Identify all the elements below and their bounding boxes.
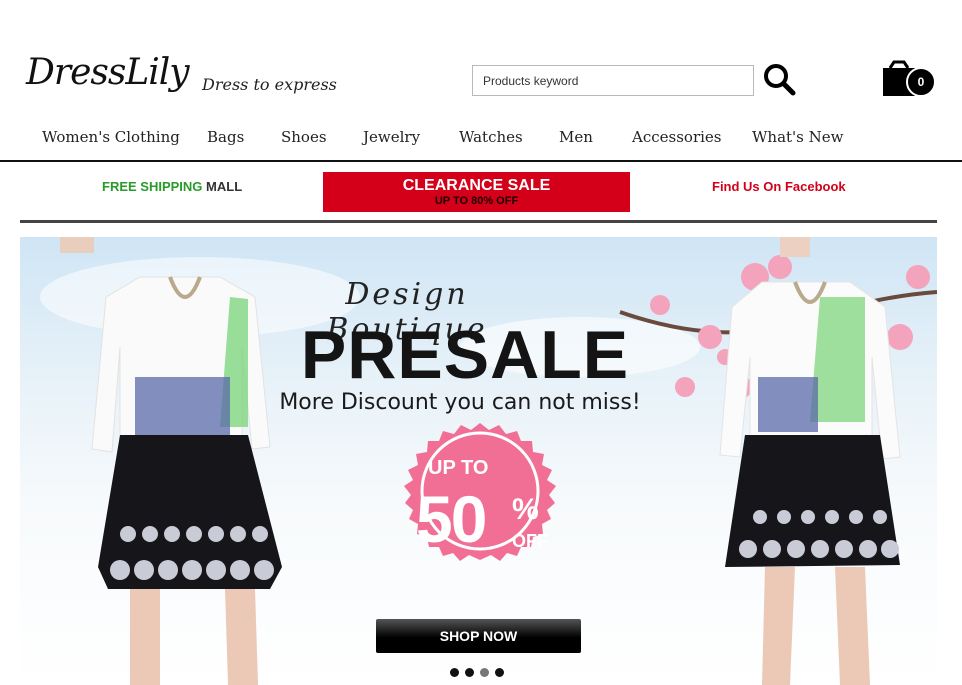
clearance-subtitle: UP TO 80% OFF bbox=[434, 195, 519, 207]
nav-men[interactable]: Men bbox=[559, 128, 593, 146]
site-logo[interactable]: DressLily bbox=[26, 52, 190, 93]
clearance-sale-banner[interactable]: CLEARANCE SALE UP TO 80% OFF bbox=[323, 172, 630, 212]
nav-divider bbox=[0, 160, 962, 162]
carousel-indicators bbox=[450, 668, 510, 678]
shop-now-button[interactable]: SHOP NOW bbox=[376, 619, 581, 653]
facebook-link[interactable]: Find Us On Facebook bbox=[712, 179, 846, 194]
banner-headline: PRESALE bbox=[300, 317, 630, 393]
search-icon[interactable] bbox=[762, 62, 798, 98]
promo-divider bbox=[20, 220, 937, 223]
search-input[interactable] bbox=[472, 65, 754, 96]
nav-bags[interactable]: Bags bbox=[207, 128, 244, 146]
free-shipping-link[interactable]: FREE SHIPPING MALL bbox=[102, 179, 242, 194]
discount-badge: UP TO 50 % OFF bbox=[380, 423, 580, 623]
badge-value-text: 50 bbox=[416, 482, 487, 556]
main-nav: Women's Clothing Bags Shoes Jewelry Watc… bbox=[0, 128, 962, 152]
site-tagline: Dress to express bbox=[202, 75, 337, 94]
nav-accessories[interactable]: Accessories bbox=[632, 128, 721, 146]
clearance-title: CLEARANCE SALE bbox=[402, 177, 551, 194]
nav-whats-new[interactable]: What's New bbox=[752, 128, 843, 146]
model-right-figure bbox=[719, 237, 901, 685]
carousel-dot-4[interactable] bbox=[495, 668, 504, 677]
badge-off-text: OFF bbox=[512, 531, 548, 551]
cart-count-badge[interactable]: 0 bbox=[906, 67, 936, 97]
nav-watches[interactable]: Watches bbox=[459, 128, 523, 146]
banner-subline: More Discount you can not miss! bbox=[279, 390, 641, 415]
nav-womens-clothing[interactable]: Women's Clothing bbox=[42, 128, 180, 146]
free-shipping-label: FREE SHIPPING bbox=[102, 179, 203, 194]
carousel-dot-3[interactable] bbox=[480, 668, 489, 677]
badge-upto-text: UP TO bbox=[428, 457, 489, 479]
nav-jewelry[interactable]: Jewelry bbox=[363, 128, 420, 146]
carousel-dot-1[interactable] bbox=[450, 668, 459, 677]
carousel-dot-2[interactable] bbox=[465, 668, 474, 677]
mall-label: MALL bbox=[206, 179, 243, 194]
hero-banner[interactable]: Design Boutique PRESALE More Discount yo… bbox=[20, 237, 937, 685]
nav-shoes[interactable]: Shoes bbox=[281, 128, 327, 146]
badge-percent-sign: % bbox=[512, 493, 539, 526]
